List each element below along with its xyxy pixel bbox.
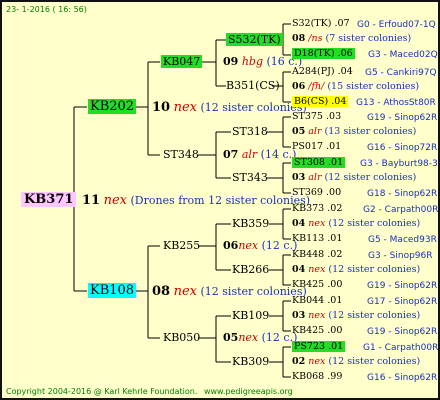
queen-st318[interactable]: ST318 [232, 125, 268, 139]
l4-drones: 04 nex (12 sister colonies) [292, 218, 421, 229]
queen-st343[interactable]: ST343 [232, 171, 268, 185]
l4-genealogy: G2 - Carpath00R [363, 205, 439, 215]
l4-row[interactable]: KB448 .02 [292, 248, 342, 262]
pedigree-frame: 23- 1-2016 ( 16: 56) KB371 11 nex (Drone… [0, 0, 440, 400]
drones-kb047: 09 hbg (16 c.) [223, 55, 303, 68]
queen-kb202[interactable]: KB202 [88, 99, 137, 114]
l4-genealogy: G19 - Sinop62R [367, 281, 438, 291]
queen-b351[interactable]: B351(CS) [226, 79, 280, 93]
l4-genealogy: G17 - Sinop62R [367, 297, 438, 307]
l4-row[interactable]: ST308 .01 [292, 156, 346, 170]
site-link[interactable]: www.pedigreeapis.org [204, 387, 293, 396]
l4-genealogy: G16 - Sinop72R [367, 143, 438, 153]
l4-row[interactable]: A284(PJ) .04 [292, 65, 353, 79]
drones-kb202: 10 nex (12 sister colonies) [152, 100, 307, 115]
l4-drones: 03 nex (12 sister colonies) [292, 310, 421, 321]
queen-kb108[interactable]: KB108 [88, 283, 137, 298]
l4-genealogy: G19 - Sinop62R [367, 327, 438, 337]
l4-genealogy: G3 - Bayburt98-3 [360, 159, 438, 169]
l4-drones: 04 nex (12 sister colonies) [292, 264, 421, 275]
l4-genealogy: G3 - Sinop96R [368, 251, 433, 261]
l4-drones: 03 alr (12 sister colonies) [292, 172, 417, 183]
queen-s532[interactable]: S532(TK) [226, 33, 283, 47]
drones-kb255: 06nex (12 c.) [223, 239, 298, 252]
l4-row[interactable]: KB113 .01 [292, 232, 342, 246]
l4-row[interactable]: D18(TK) .06 [292, 47, 355, 61]
l4-row[interactable]: PS723 .01 [292, 340, 346, 354]
l4-genealogy: G0 - Erfoud07-1Q [357, 20, 436, 30]
queen-kb359[interactable]: KB359 [232, 217, 269, 231]
drones-kb108: 08 nex (12 sister colonies) [152, 284, 307, 299]
timestamp: 23- 1-2016 ( 16: 56) [6, 5, 87, 14]
root-id: KB371 [21, 192, 77, 207]
l4-genealogy: G19 - Sinop62R [367, 113, 438, 123]
l4-row[interactable]: KB425 .00 [292, 324, 342, 338]
l4-row[interactable]: KB044 .01 [292, 294, 342, 308]
queen-st348[interactable]: ST348 [163, 148, 199, 162]
queen-kb266[interactable]: KB266 [232, 263, 269, 277]
l4-row[interactable]: ST375 .03 [292, 110, 341, 124]
root-drones: 11 nex (Drones from 12 sister colonies) [82, 193, 311, 208]
l4-row[interactable]: KB373 .02 [292, 202, 342, 216]
queen-kb047[interactable]: KB047 [161, 55, 203, 69]
l4-row[interactable]: PS017 .01 [292, 140, 341, 154]
l4-drones: 02 nex (12 sister colonies) [292, 356, 421, 367]
drones-kb050: 05nex (12 c.) [223, 331, 298, 344]
l4-row[interactable]: ST369 .00 [292, 186, 341, 200]
l4-genealogy: G5 - Maced93R [368, 235, 437, 245]
queen-kb109[interactable]: KB109 [232, 309, 269, 323]
l4-genealogy: G13 - AthosSt80R [356, 98, 436, 108]
l4-genealogy: G3 - Maced02Q [368, 50, 438, 60]
queen-kb309[interactable]: KB309 [232, 355, 269, 369]
l4-genealogy: G16 - Sinop62R [367, 373, 438, 383]
l4-genealogy: G1 - Carpath00R [363, 343, 439, 353]
queen-kb255[interactable]: KB255 [163, 239, 200, 253]
l4-row[interactable]: KB068 .99 [292, 370, 342, 384]
l4-row[interactable]: KB425 .00 [292, 278, 342, 292]
l4-drones: 05 alr (13 sister colonies) [292, 126, 417, 137]
queen-kb050[interactable]: KB050 [163, 331, 200, 345]
l4-genealogy: G5 - Cankiri97Q [365, 68, 437, 78]
l4-drones: 06 /fh/ (15 sister colonies) [292, 81, 420, 92]
l4-drones: 08 /ns (7 sister colonies) [292, 33, 412, 44]
drones-st348: 07 alr (14 c.) [223, 148, 297, 161]
l4-row[interactable]: B6(CS) .04 [292, 95, 349, 109]
root-queen[interactable]: KB371 [21, 192, 77, 207]
l4-row[interactable]: S32(TK) .07 [292, 17, 350, 31]
copyright: Copyright 2004-2016 @ Karl Kehrle Founda… [6, 387, 293, 396]
l4-genealogy: G18 - Sinop62R [367, 189, 438, 199]
